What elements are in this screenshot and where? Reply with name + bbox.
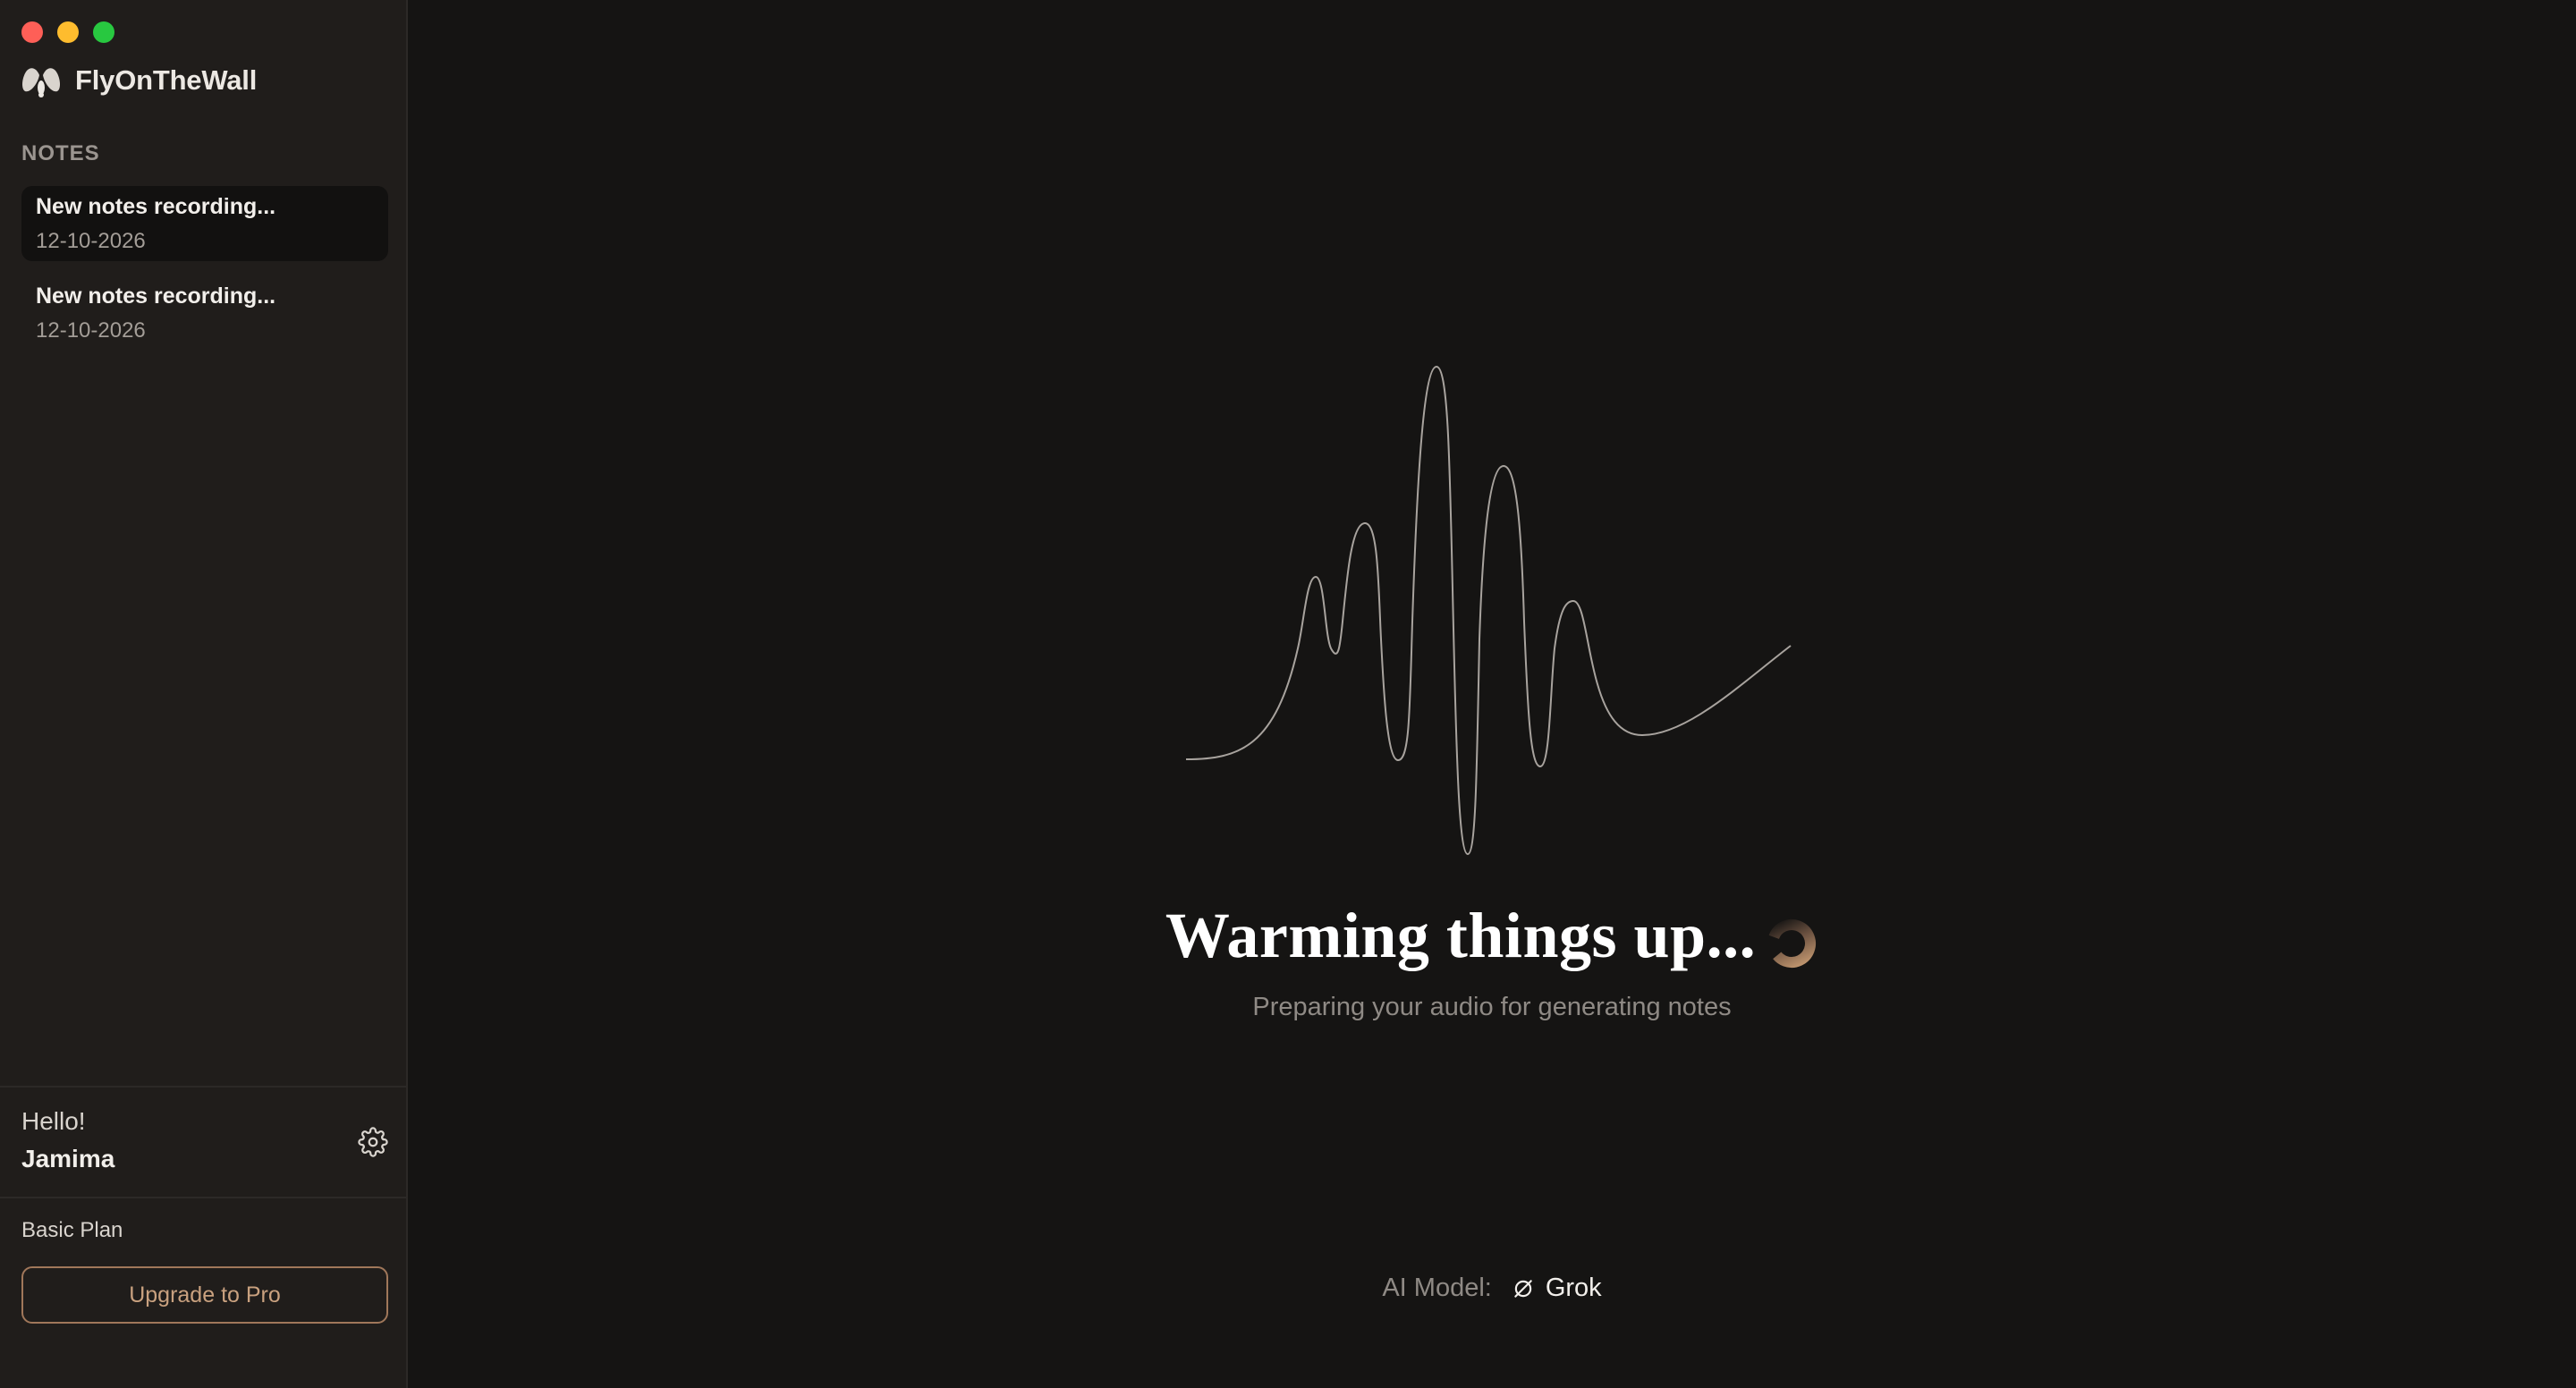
greeting-text: Hello! — [21, 1107, 86, 1135]
app-name: FlyOnTheWall — [75, 64, 258, 96]
fly-logo-icon — [22, 68, 60, 97]
app-window: FlyOnTheWall NOTES New notes recording..… — [0, 0, 2576, 1388]
main-panel: Warming things up... Preparing your audi… — [408, 0, 2576, 1388]
audio-waveform-graphic — [1186, 365, 1792, 856]
upgrade-button[interactable]: Upgrade to Pro — [21, 1266, 388, 1324]
note-date: 12-10-2026 — [36, 228, 146, 253]
window-controls — [21, 21, 114, 43]
ai-model-label: AI Model: — [1382, 1274, 1492, 1302]
close-button[interactable] — [21, 21, 43, 43]
loading-spinner-icon — [1767, 918, 1817, 968]
plan-label: Basic Plan — [21, 1218, 123, 1242]
ai-model-indicator: AI Model: Grok — [408, 1274, 2576, 1303]
zoom-button[interactable] — [93, 21, 114, 43]
note-list: New notes recording... 12-10-2026 New no… — [21, 186, 388, 365]
note-item[interactable]: New notes recording... 12-10-2026 — [21, 186, 388, 261]
app-brand: FlyOnTheWall — [20, 61, 257, 100]
note-title: New notes recording... — [36, 283, 276, 309]
note-title: New notes recording... — [36, 193, 276, 219]
user-block: Hello! Jamima — [0, 1086, 406, 1198]
note-item[interactable]: New notes recording... 12-10-2026 — [21, 275, 388, 351]
user-name: Jamima — [21, 1145, 115, 1172]
status-subtext: Preparing your audio for generating note… — [1252, 993, 1732, 1021]
ai-model-name[interactable]: Grok — [1546, 1274, 1602, 1303]
minimize-button[interactable] — [57, 21, 79, 43]
note-date: 12-10-2026 — [36, 317, 146, 343]
notes-section-label: NOTES — [21, 141, 100, 165]
status-heading-row: Warming things up... — [408, 899, 2576, 973]
sidebar: FlyOnTheWall NOTES New notes recording..… — [0, 0, 408, 1388]
grok-icon — [1514, 1279, 1532, 1298]
status-heading: Warming things up... — [1165, 900, 1757, 971]
gear-icon[interactable] — [358, 1127, 388, 1157]
